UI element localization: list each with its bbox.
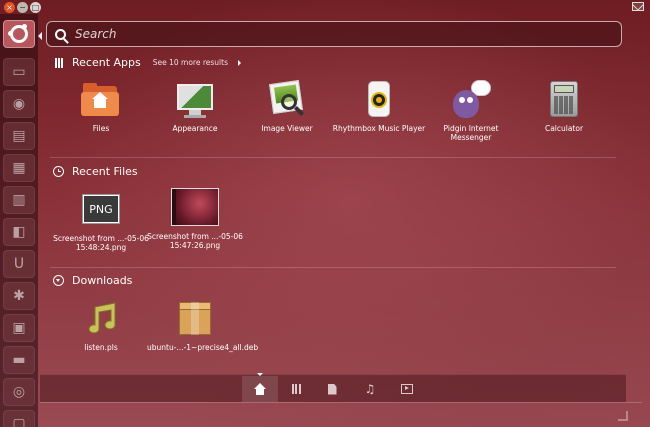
home-icon bbox=[254, 383, 266, 395]
download-icon bbox=[53, 275, 64, 286]
app-tile-rhythmbox[interactable]: Rhythmbox Music Player bbox=[331, 80, 427, 133]
lens-applications-button[interactable] bbox=[278, 376, 314, 402]
package-box-icon bbox=[175, 299, 215, 339]
launcher: ▭ ◉ ▤ ▦ ▥ ◧ U ✱ ▣ ▬ ◎ ▢ bbox=[0, 14, 38, 427]
music-lens-icon: ♫ bbox=[364, 382, 376, 396]
file-label: Screenshot from ...-05-06 15:47:26.png bbox=[147, 232, 243, 250]
resize-grip-icon[interactable] bbox=[618, 411, 628, 421]
document-icon: ▤ bbox=[12, 128, 26, 144]
recent-apps-header: Recent Apps See 10 more results bbox=[53, 56, 241, 69]
close-icon[interactable]: × bbox=[4, 2, 15, 13]
app-label: Image Viewer bbox=[261, 124, 313, 133]
dash-bottom-edge bbox=[40, 402, 642, 427]
section-divider bbox=[50, 157, 616, 158]
png-file-icon: PNG bbox=[81, 190, 121, 230]
trash-icon: ▢ bbox=[12, 416, 26, 427]
gear-icon: ✱ bbox=[13, 288, 25, 304]
launcher-writer-button[interactable]: ▤ bbox=[3, 122, 35, 150]
ubuntu-logo-icon bbox=[8, 24, 28, 43]
download-tile-listen-pls[interactable]: listen.pls bbox=[53, 299, 149, 352]
terminal-icon: ▬ bbox=[12, 352, 26, 368]
downloads-title: Downloads bbox=[72, 274, 133, 287]
lens-files-button[interactable] bbox=[314, 376, 350, 402]
launcher-firefox-button[interactable]: ◉ bbox=[3, 90, 35, 118]
calculator-icon bbox=[544, 80, 584, 120]
launcher-dash-home-button[interactable] bbox=[3, 20, 35, 48]
launcher-trash-button[interactable]: ▢ bbox=[3, 410, 35, 427]
launcher-settings-button[interactable]: ✱ bbox=[3, 282, 35, 310]
shopping-bag-icon: ◧ bbox=[12, 224, 26, 240]
recent-files-title: Recent Files bbox=[72, 165, 138, 178]
clock-icon bbox=[53, 166, 64, 177]
download-label: listen.pls bbox=[84, 343, 118, 352]
screenshot-thumbnail-icon bbox=[171, 188, 219, 228]
app-label: Appearance bbox=[172, 124, 218, 133]
spreadsheet-icon: ▦ bbox=[12, 160, 26, 176]
music-note-icon bbox=[81, 299, 121, 339]
launcher-terminal-button[interactable]: ▬ bbox=[3, 346, 35, 374]
arrow-right-icon bbox=[237, 59, 241, 66]
mail-indicator-icon[interactable] bbox=[632, 2, 644, 11]
file-label: Screenshot from ...-05-06 15:48:24.png bbox=[53, 234, 149, 252]
dash-panel: Recent Apps See 10 more results Files Ap… bbox=[40, 14, 642, 427]
app-tile-image-viewer[interactable]: Image Viewer bbox=[239, 80, 335, 133]
search-input[interactable] bbox=[75, 27, 595, 41]
app-tile-files[interactable]: Files bbox=[53, 80, 149, 133]
applications-lens-icon bbox=[291, 384, 301, 394]
app-label: Rhythmbox Music Player bbox=[332, 124, 426, 133]
file-tile-screenshot-2[interactable]: Screenshot from ...-05-06 15:47:26.png bbox=[147, 188, 243, 250]
video-lens-icon bbox=[401, 384, 413, 394]
recent-files-header: Recent Files bbox=[53, 165, 138, 178]
app-tile-pidgin[interactable]: Pidgin Internet Messenger bbox=[423, 80, 519, 142]
search-bar bbox=[46, 21, 622, 47]
browser-icon: ◉ bbox=[12, 96, 26, 112]
app-label: Files bbox=[92, 124, 110, 133]
see-more-results-link[interactable]: See 10 more results bbox=[153, 58, 228, 67]
presentation-icon: ▥ bbox=[12, 192, 26, 208]
workspace-icon: ▣ bbox=[12, 320, 26, 336]
minimize-icon[interactable]: − bbox=[17, 2, 28, 13]
maximize-icon[interactable]: □ bbox=[30, 2, 41, 13]
launcher-software-center-button[interactable]: ◧ bbox=[3, 218, 35, 246]
app-tile-calculator[interactable]: Calculator bbox=[516, 80, 612, 133]
recent-apps-title: Recent Apps bbox=[72, 56, 141, 69]
launcher-impress-button[interactable]: ▥ bbox=[3, 186, 35, 214]
file-tile-screenshot-1[interactable]: PNG Screenshot from ...-05-06 15:48:24.p… bbox=[53, 190, 149, 252]
lens-video-button[interactable] bbox=[389, 376, 425, 402]
pidgin-icon bbox=[451, 80, 491, 120]
lens-home-button[interactable] bbox=[242, 376, 278, 402]
image-viewer-icon bbox=[267, 80, 307, 120]
download-label: ubuntu-...-1~precise4_all.deb bbox=[147, 343, 259, 352]
lens-music-button[interactable]: ♫ bbox=[352, 376, 388, 402]
app-label: Pidgin Internet Messenger bbox=[443, 124, 499, 142]
downloads-header: Downloads bbox=[53, 274, 132, 287]
section-divider bbox=[50, 267, 616, 268]
file-lens-icon bbox=[327, 383, 337, 395]
window-controls: × − □ bbox=[4, 2, 41, 13]
search-icon bbox=[55, 28, 66, 40]
folder-icon: ▭ bbox=[12, 64, 26, 80]
launcher-chromium-button[interactable]: ◎ bbox=[3, 378, 35, 406]
launcher-files-button[interactable]: ▭ bbox=[3, 58, 35, 86]
globe-icon: ◎ bbox=[12, 384, 26, 400]
applications-icon bbox=[53, 57, 64, 68]
unity-desktop: × − □ ▭ ◉ ▤ ▦ ▥ ◧ U ✱ ▣ ▬ ◎ ▢ Recent App… bbox=[0, 0, 650, 427]
ubuntu-one-icon: U bbox=[13, 256, 25, 272]
rhythmbox-icon bbox=[359, 80, 399, 120]
app-tile-appearance[interactable]: Appearance bbox=[147, 80, 243, 133]
launcher-workspaces-button[interactable]: ▣ bbox=[3, 314, 35, 342]
app-label: Calculator bbox=[544, 124, 584, 133]
launcher-calc-button[interactable]: ▦ bbox=[3, 154, 35, 182]
download-tile-ubuntu-deb[interactable]: ubuntu-...-1~precise4_all.deb bbox=[147, 299, 259, 352]
files-folder-icon bbox=[81, 80, 121, 120]
png-icon-text: PNG bbox=[84, 196, 118, 222]
launcher-ubuntu-one-button[interactable]: U bbox=[3, 250, 35, 278]
appearance-monitor-icon bbox=[175, 80, 215, 120]
